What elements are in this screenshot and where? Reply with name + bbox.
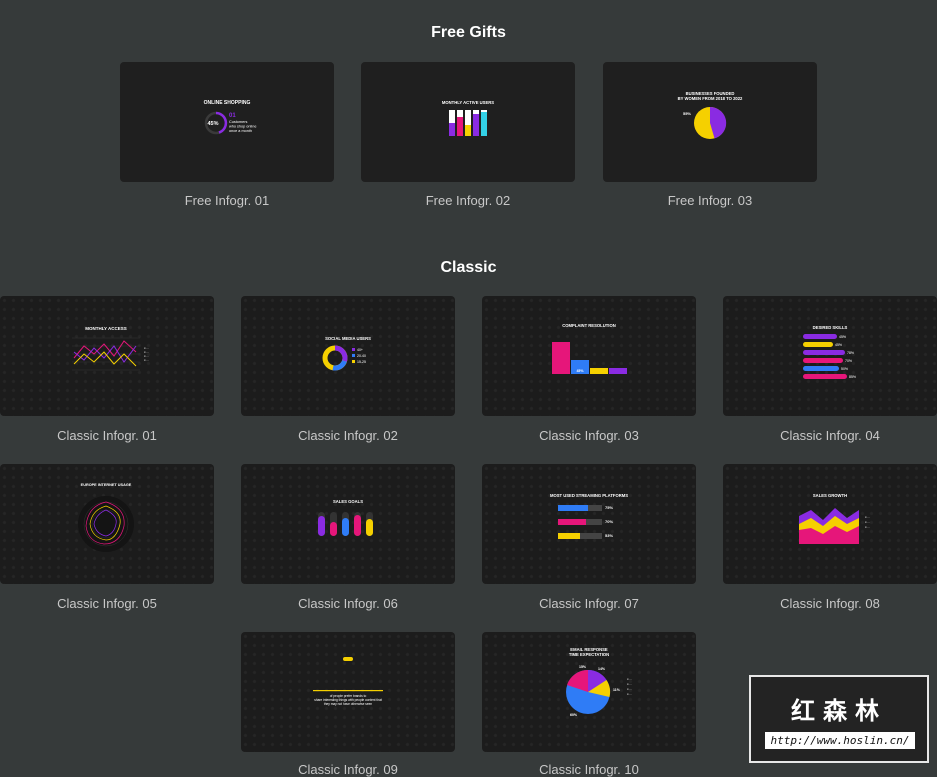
watermark-url: http://www.hoslin.cn/ — [765, 732, 915, 749]
svg-text:60%: 60% — [570, 713, 578, 717]
svg-text:■ ---: ■ --- — [865, 526, 870, 529]
svg-text:once a month: once a month — [229, 129, 252, 133]
svg-text:TIME EXPECTATION: TIME EXPECTATION — [569, 652, 609, 657]
svg-text:53%: 53% — [605, 533, 613, 538]
card-label: Classic Infogr. 04 — [780, 428, 880, 443]
section-title-classic: Classic — [440, 259, 497, 276]
svg-text:BY WOMEN FROM 2018 TO 2022: BY WOMEN FROM 2018 TO 2022 — [678, 96, 743, 101]
svg-text:45%: 45% — [207, 121, 218, 127]
card-label: Free Infogr. 03 — [667, 193, 753, 208]
svg-text:Customers: Customers — [229, 120, 247, 124]
svg-text:70%: 70% — [845, 359, 852, 363]
bar-group — [449, 110, 487, 136]
svg-text:MONTHLY ACCESS: MONTHLY ACCESS — [85, 326, 127, 331]
template-card-classic-07[interactable]: MOST USED STREAMING PLATFORMS 75% 70% 53… — [482, 464, 696, 584]
template-card-free-02[interactable]: MONTHLY ACTIVE USERS — [361, 62, 575, 182]
svg-text:14%: 14% — [598, 667, 606, 671]
template-card-classic-08[interactable]: SALES GROWTH ■ --- ■ --- ■ --- — [723, 464, 937, 584]
thumbnail-sales-goals: SALES GOALS — [318, 499, 373, 536]
card-label: Classic Infogr. 03 — [539, 428, 639, 443]
template-card-classic-05[interactable]: EUROPE INTERNET USAGE — [0, 464, 214, 584]
section-title-free-gifts: Free Gifts — [431, 24, 506, 41]
card-label: Classic Infogr. 08 — [780, 596, 880, 611]
svg-text:EUROPE INTERNET USAGE: EUROPE INTERNET USAGE — [81, 483, 132, 487]
svg-text:85%: 85% — [849, 375, 856, 379]
thumbnail-businesses-founded: BUSINESSES FOUNDED BY WOMEN FROM 2018 TO… — [678, 91, 743, 139]
svg-text:15-25: 15-25 — [357, 360, 366, 364]
svg-text:■ ---: ■ --- — [627, 678, 632, 681]
svg-text:■ ---: ■ --- — [627, 683, 632, 686]
svg-text:11%: 11% — [613, 688, 621, 692]
svg-text:they may not have otherwise se: they may not have otherwise seen — [324, 702, 373, 706]
template-card-classic-04[interactable]: DESIRED SKILLS 45% 45% 78% 70% 50% 85% — [723, 296, 937, 416]
svg-text:15%: 15% — [579, 665, 587, 669]
svg-text:DESIRED SKILLS: DESIRED SKILLS — [813, 325, 848, 330]
svg-text:■ ---: ■ --- — [627, 693, 632, 696]
svg-text:■ ---: ■ --- — [144, 351, 149, 354]
svg-text:40+: 40+ — [357, 348, 363, 352]
card-label: Classic Infogr. 06 — [298, 596, 398, 611]
watermark-logo: 红森林 http://www.hoslin.cn/ — [749, 675, 929, 763]
thumbnail-email-response: EMAIL RESPONSE TIME EXPECTATION 15% 14% … — [566, 647, 632, 717]
template-card-free-01[interactable]: ONLINE SHOPPING 45% 01 Customers who sho… — [120, 62, 334, 182]
svg-text:COMPLAINT RESOLUTION: COMPLAINT RESOLUTION — [562, 323, 616, 328]
svg-text:who shop online: who shop online — [229, 125, 256, 129]
watermark-text: 红森林 — [791, 696, 887, 725]
svg-text:70%: 70% — [605, 519, 613, 524]
template-card-classic-02[interactable]: SOCIAL MEDIA USERS 40+ 20-40 15-25 — [241, 296, 455, 416]
template-card-classic-03[interactable]: COMPLAINT RESOLUTION 45% — [482, 296, 696, 416]
template-card-free-03[interactable]: BUSINESSES FOUNDED BY WOMEN FROM 2018 TO… — [603, 62, 817, 182]
thumbnail-desired-skills: DESIRED SKILLS 45% 45% 78% 70% 50% 85% — [803, 325, 856, 379]
svg-text:■ ---: ■ --- — [144, 355, 149, 358]
svg-text:45%: 45% — [835, 343, 842, 347]
svg-text:55%: 55% — [683, 111, 691, 116]
card-label: Classic Infogr. 02 — [298, 428, 398, 443]
card-label: Free Infogr. 02 — [425, 193, 511, 208]
thumbnail-monthly-access: MONTHLY ACCESS ■ ---■ ---■ ---■ --- — [72, 326, 149, 371]
thumbnail-brand-preference: of people prefer brands to share interes… — [313, 657, 383, 706]
svg-text:■ ---: ■ --- — [144, 359, 149, 362]
svg-text:■ ---: ■ --- — [144, 347, 149, 350]
svg-text:45%: 45% — [576, 369, 584, 373]
svg-text:MOST USED STREAMING PLATFORMS: MOST USED STREAMING PLATFORMS — [550, 493, 628, 498]
thumbnail-complaint-resolution: COMPLAINT RESOLUTION 45% — [552, 323, 627, 374]
svg-text:45%: 45% — [839, 335, 846, 339]
template-card-classic-09[interactable]: of people prefer brands to share interes… — [241, 632, 455, 752]
svg-text:20-40: 20-40 — [357, 354, 366, 358]
svg-text:■ ---: ■ --- — [865, 516, 870, 519]
thumbnail-social-media-users: SOCIAL MEDIA USERS 40+ 20-40 15-25 — [322, 336, 371, 371]
thumbnail-online-shopping: ONLINE SHOPPING 45% 01 Customers who sho… — [204, 100, 256, 135]
svg-text:50%: 50% — [841, 367, 848, 371]
template-card-classic-01[interactable]: MONTHLY ACCESS ■ --- ■ --- ■ --- ■ --- — [0, 296, 214, 416]
svg-text:■ ---: ■ --- — [865, 521, 870, 524]
card-label: Classic Infogr. 05 — [57, 596, 157, 611]
card-label: Classic Infogr. 01 — [57, 428, 157, 443]
thumbnail-monthly-active-users: MONTHLY ACTIVE USERS — [442, 100, 494, 136]
svg-text:78%: 78% — [847, 351, 854, 355]
svg-text:SOCIAL MEDIA USERS: SOCIAL MEDIA USERS — [325, 336, 371, 341]
card-label: Classic Infogr. 10 — [539, 762, 639, 777]
svg-text:SALES GROWTH: SALES GROWTH — [813, 493, 847, 498]
template-card-classic-06[interactable]: SALES GOALS — [241, 464, 455, 584]
thumb-title: ONLINE SHOPPING — [204, 100, 251, 106]
svg-text:75%: 75% — [605, 505, 613, 510]
thumbnail-streaming-platforms: MOST USED STREAMING PLATFORMS 75% 70% 53… — [550, 493, 628, 539]
card-label: Free Infogr. 01 — [184, 193, 270, 208]
svg-text:SALES GOALS: SALES GOALS — [333, 499, 363, 504]
svg-text:■ ---: ■ --- — [627, 688, 632, 691]
card-label: Classic Infogr. 09 — [298, 762, 398, 777]
thumbnail-sales-growth: SALES GROWTH ■ --- ■ --- ■ --- — [799, 493, 870, 544]
svg-text:01: 01 — [229, 113, 236, 119]
thumbnail-europe-internet-usage: EUROPE INTERNET USAGE — [78, 483, 134, 552]
card-label: Classic Infogr. 07 — [539, 596, 639, 611]
svg-text:MONTHLY ACTIVE USERS: MONTHLY ACTIVE USERS — [442, 100, 494, 105]
template-card-classic-10[interactable]: EMAIL RESPONSE TIME EXPECTATION 15% 14% … — [482, 632, 696, 752]
